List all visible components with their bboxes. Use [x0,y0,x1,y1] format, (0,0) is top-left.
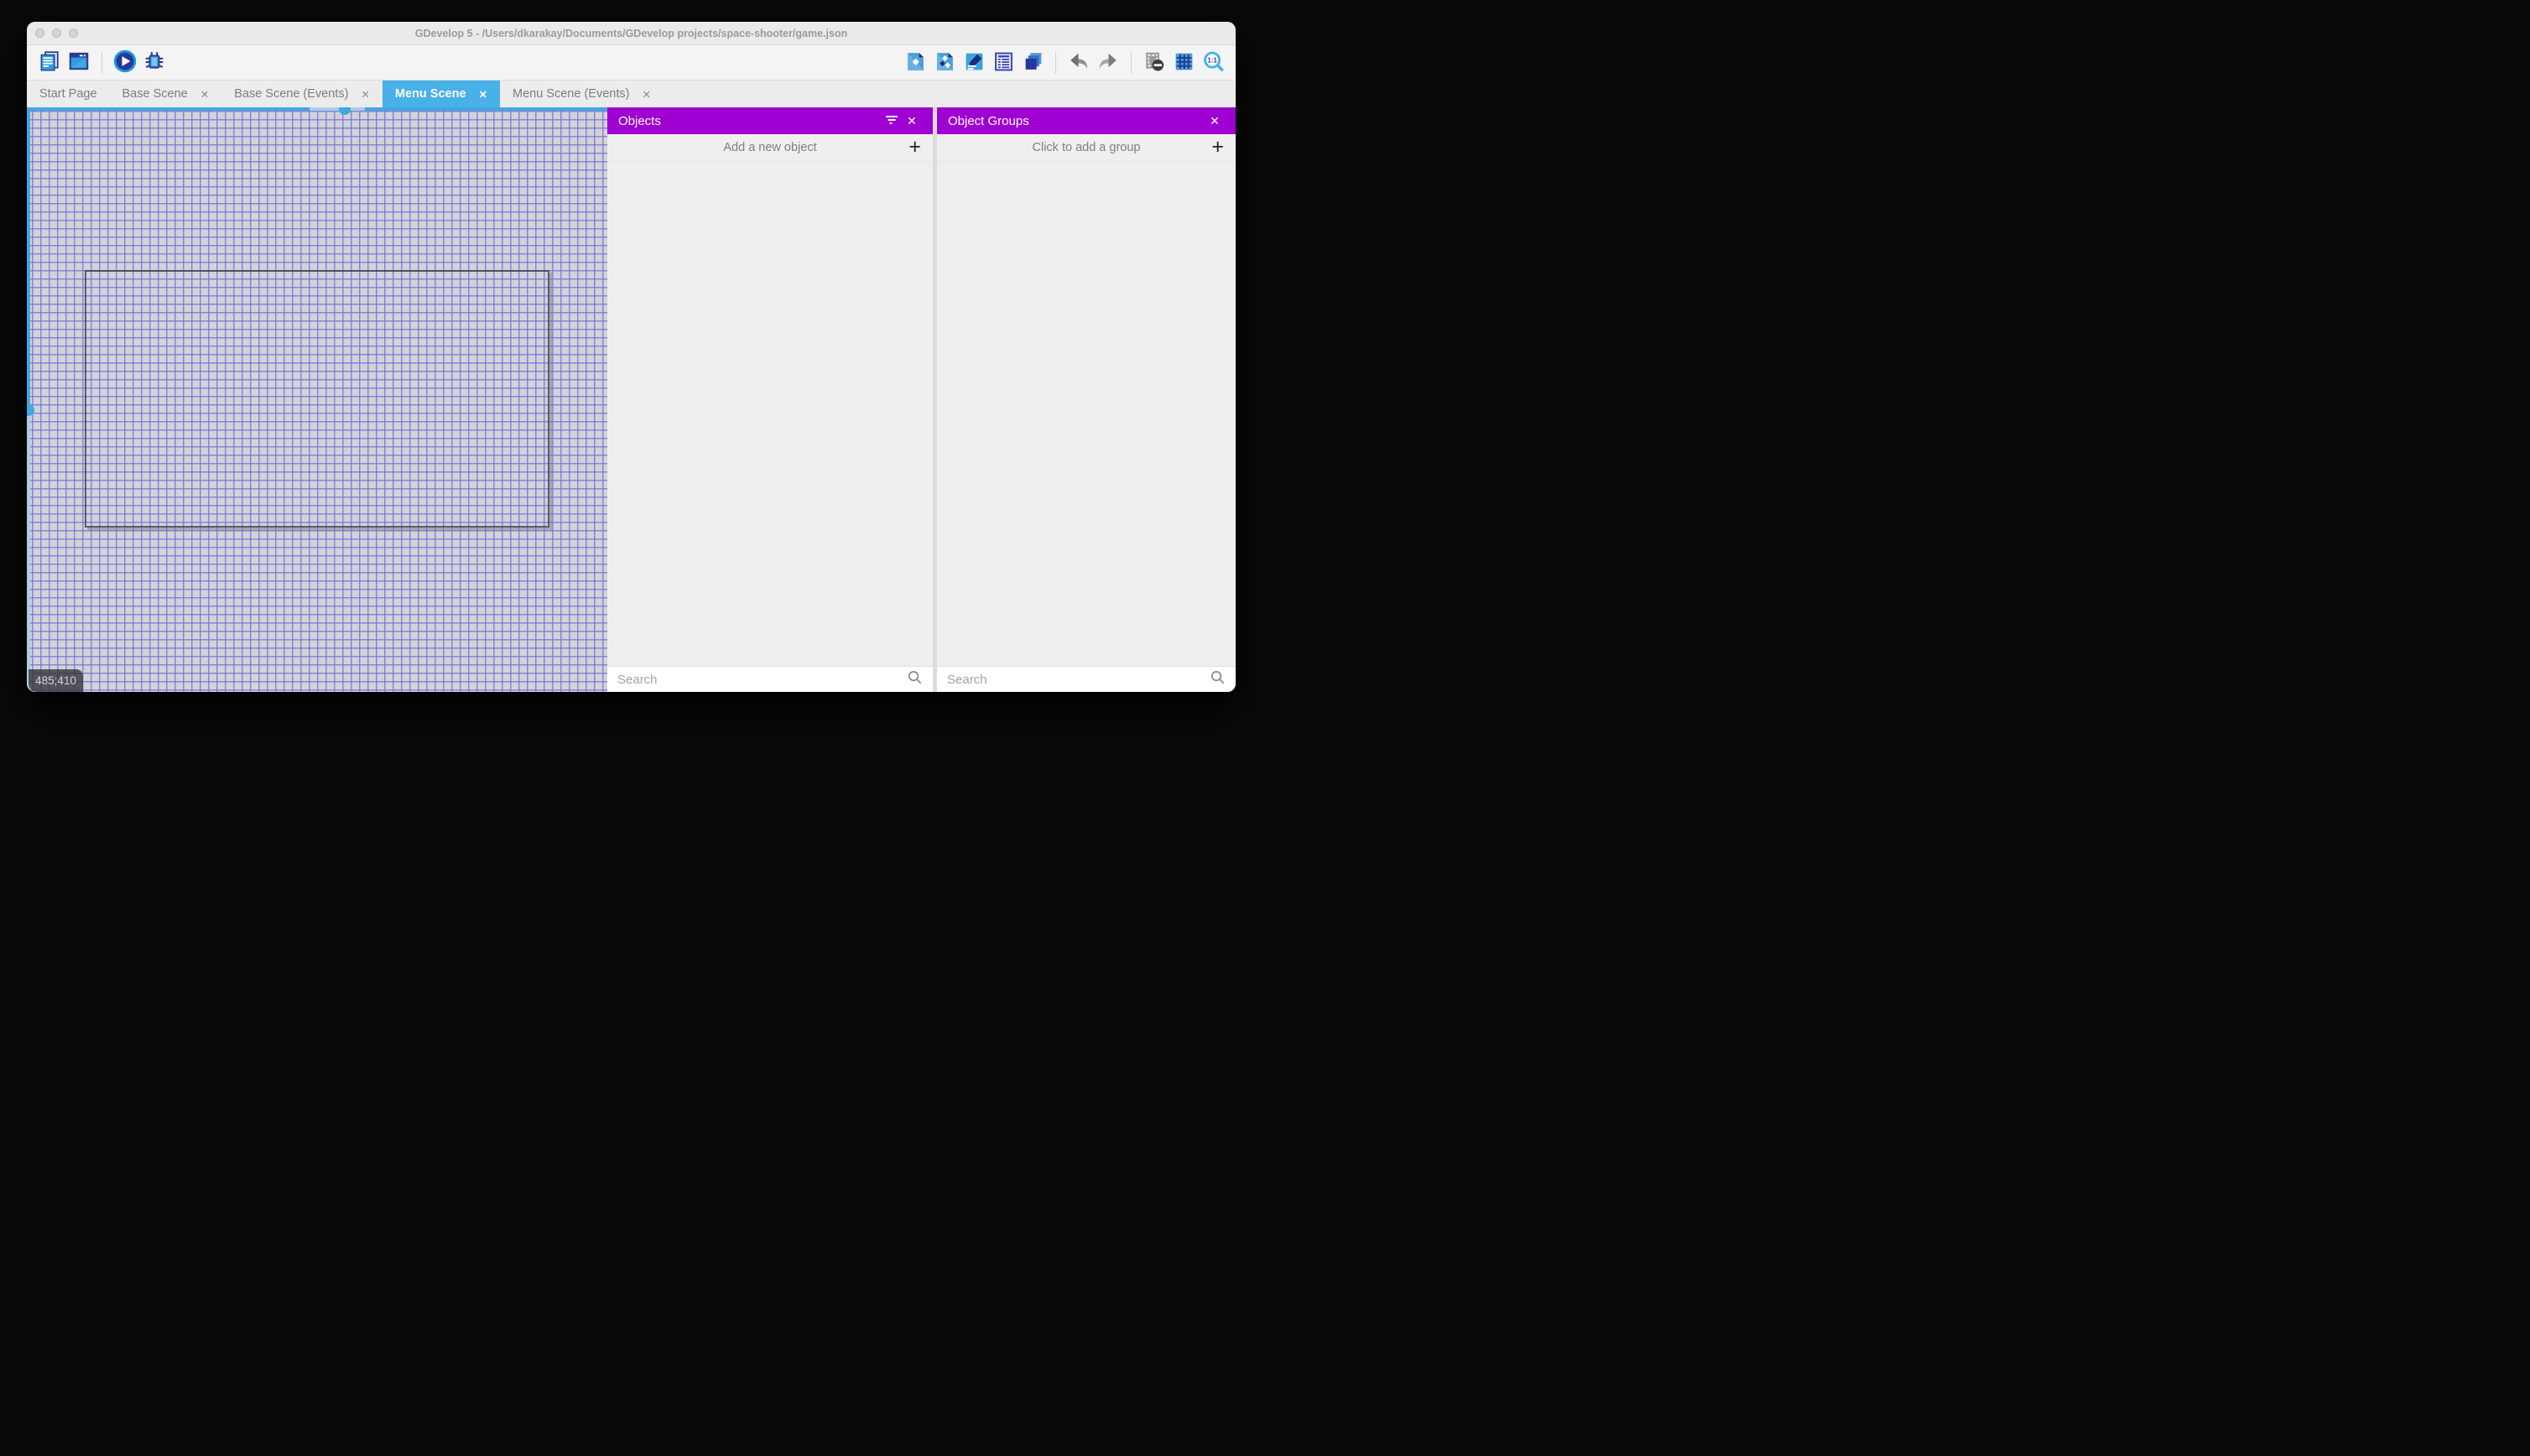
vertical-scrollbar[interactable] [27,107,30,410]
play-icon [112,49,138,76]
grid-icon [1174,51,1195,75]
tab-menu-scene-events[interactable]: Menu Scene (Events) ✕ [500,81,664,107]
content-area: 485;410 Objects ✕ Add a new object + Sea… [27,107,1236,692]
object-groups-list-empty [937,162,1236,666]
tab-label: Start Page [39,87,97,101]
tab-close-icon[interactable]: ✕ [479,88,487,101]
tab-start-page[interactable]: Start Page [27,81,110,107]
app-window-icon [68,50,90,75]
objects-panel-title: Objects [618,113,661,128]
tab-menu-scene[interactable]: Menu Scene ✕ [382,81,500,107]
layers-panel-button[interactable] [1020,49,1045,76]
vertical-scrollbar-track [27,410,30,692]
zoom-1-1-icon: 1:1 [1202,50,1225,75]
title-bar: GDevelop 5 - /Users/dkarakay/Documents/G… [27,22,1236,45]
gdevelop-window: GDevelop 5 - /Users/dkarakay/Documents/G… [27,22,1236,692]
plus-icon: + [1211,135,1224,159]
tab-close-icon[interactable]: ✕ [642,88,650,101]
properties-pencil-icon [964,51,985,75]
scene-window-mask-rect [85,270,549,528]
add-object-row[interactable]: Add a new object + [607,134,933,162]
main-toolbar: 1:1 [27,45,1236,81]
undo-arrow-icon [1068,50,1090,75]
object-groups-search-bar [937,666,1236,692]
toolbar-separator [1055,51,1056,74]
search-icon [1210,669,1226,689]
redo-arrow-icon [1097,50,1119,75]
object-groups-panel-title: Object Groups [948,113,1029,128]
window-mask-icon [1143,50,1165,75]
horizontal-scrollbar-highlight [310,107,365,111]
add-object-label: Add a new object [723,141,817,154]
tab-label: Base Scene [122,87,188,101]
layers-icon [1023,51,1044,75]
bug-icon [143,50,165,75]
objects-search-bar [607,666,933,692]
properties-panel-button[interactable] [961,49,986,76]
object-groups-panel-header: Object Groups ✕ [937,107,1236,134]
tab-label: Menu Scene [394,87,466,101]
search-icon [907,669,923,689]
objects-search-input[interactable] [617,672,907,687]
object-groups-search-input[interactable] [947,672,1210,687]
project-manager-button[interactable] [37,49,62,76]
objects-close-button[interactable]: ✕ [902,111,922,131]
filter-icon [884,112,899,130]
close-icon: ✕ [907,113,917,127]
preview-button[interactable] [112,49,138,76]
zoom-original-button[interactable]: 1:1 [1200,49,1226,76]
horizontal-scrollbar-thumb[interactable] [339,107,351,115]
tab-close-icon[interactable]: ✕ [361,88,369,101]
window-title: GDevelop 5 - /Users/dkarakay/Documents/G… [414,27,848,39]
toolbar-separator [1131,51,1132,74]
object-groups-panel-button[interactable] [932,49,957,76]
tab-label: Menu Scene (Events) [513,87,630,101]
objects-document-icon [905,51,926,75]
toolbar-left-group [37,49,167,76]
window-mask-button[interactable] [1142,49,1167,76]
object-groups-panel: Object Groups ✕ Click to add a group + [937,107,1236,692]
plus-icon: + [908,135,921,159]
stacked-pages-icon [39,50,60,75]
editor-tab-bar: Start Page Base Scene ✕ Base Scene (Even… [27,81,1236,107]
start-page-button[interactable] [66,49,91,76]
vertical-scrollbar-thumb[interactable] [27,404,34,416]
tab-close-icon[interactable]: ✕ [200,88,209,101]
object-groups-document-icon [934,51,955,75]
debug-button[interactable] [142,49,167,76]
objects-filter-button[interactable] [882,111,902,131]
instances-list-panel-button[interactable] [991,49,1016,76]
redo-button[interactable] [1096,49,1121,76]
add-group-row[interactable]: Click to add a group + [937,134,1236,162]
svg-text:1:1: 1:1 [1207,56,1217,64]
objects-panel-header: Objects ✕ [607,107,933,134]
objects-panel-button[interactable] [903,49,928,76]
tab-base-scene[interactable]: Base Scene ✕ [110,81,222,107]
close-icon: ✕ [1210,113,1220,127]
cursor-coordinates-badge: 485;410 [29,669,83,692]
add-group-label: Click to add a group [1032,141,1141,154]
objects-panel: Objects ✕ Add a new object + [607,107,933,692]
toolbar-right-group: 1:1 [903,49,1226,76]
tab-label: Base Scene (Events) [234,87,349,101]
objects-list-empty [607,162,933,666]
grid-button[interactable] [1171,49,1196,76]
undo-button[interactable] [1066,49,1091,76]
instances-list-icon [993,51,1014,75]
scene-canvas[interactable]: 485;410 [27,107,607,692]
object-groups-close-button[interactable]: ✕ [1205,111,1225,131]
tab-base-scene-events[interactable]: Base Scene (Events) ✕ [221,81,383,107]
